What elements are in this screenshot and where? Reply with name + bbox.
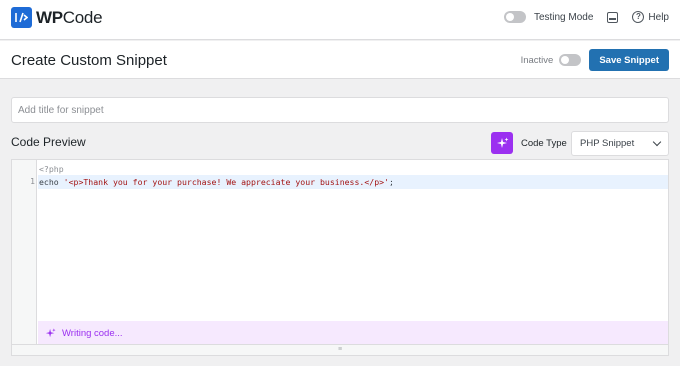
header-actions: Inactive Save Snippet — [521, 49, 669, 71]
code-string: '<p>Thank you for your purchase! We appr… — [63, 177, 389, 187]
top-bar: WPCode Testing Mode ? Help — [0, 0, 680, 40]
top-actions: Testing Mode ? Help — [503, 11, 669, 23]
save-snippet-button[interactable]: Save Snippet — [589, 49, 669, 71]
code-type-label: Code Type — [521, 138, 567, 149]
snippet-title-input[interactable] — [11, 97, 669, 123]
editor-resize-handle[interactable]: ≡ — [12, 344, 668, 355]
wpcode-logo[interactable]: WPCode — [11, 7, 103, 28]
logo-text-bold: WP — [36, 7, 63, 27]
writing-status-text: Writing code... — [62, 327, 123, 339]
code-terminator: ; — [389, 177, 394, 187]
testing-mode-toggle[interactable] — [503, 11, 526, 23]
code-editor[interactable]: 1 <?php echo '<p>Thank you for your purc… — [11, 159, 669, 356]
logo-text: WPCode — [36, 7, 103, 28]
status-label: Inactive — [520, 54, 554, 66]
logo-text-thin: Code — [62, 7, 103, 27]
sparkle-icon — [45, 327, 56, 337]
line-number: 1 — [30, 177, 35, 186]
page-title: Create Custom Snippet — [11, 52, 167, 69]
line-number-gutter: 1 — [12, 160, 37, 345]
help-link[interactable]: Help — [648, 12, 669, 23]
testing-mode-label: Testing Mode — [533, 11, 594, 23]
code-line[interactable]: echo '<p>Thank you for your purchase! We… — [38, 175, 668, 189]
code-type-select[interactable]: PHP Snippet — [571, 131, 669, 156]
notifications-icon[interactable] — [607, 11, 619, 23]
chevron-down-icon — [652, 137, 662, 147]
code-icon — [11, 7, 32, 28]
php-open-tag: <?php — [39, 164, 64, 174]
help-icon[interactable]: ? — [632, 11, 645, 23]
sparkle-icon — [496, 137, 508, 148]
ai-generate-button[interactable] — [491, 132, 513, 154]
code-preview-title: Code Preview — [11, 135, 86, 149]
code-slash-glyph — [15, 12, 28, 23]
ai-writing-status: Writing code... — [38, 321, 668, 345]
code-type-value: PHP Snippet — [580, 138, 635, 149]
page-header: Create Custom Snippet Inactive Save Snip… — [0, 41, 680, 79]
active-toggle[interactable] — [559, 54, 582, 66]
code-keyword: echo — [39, 177, 64, 187]
